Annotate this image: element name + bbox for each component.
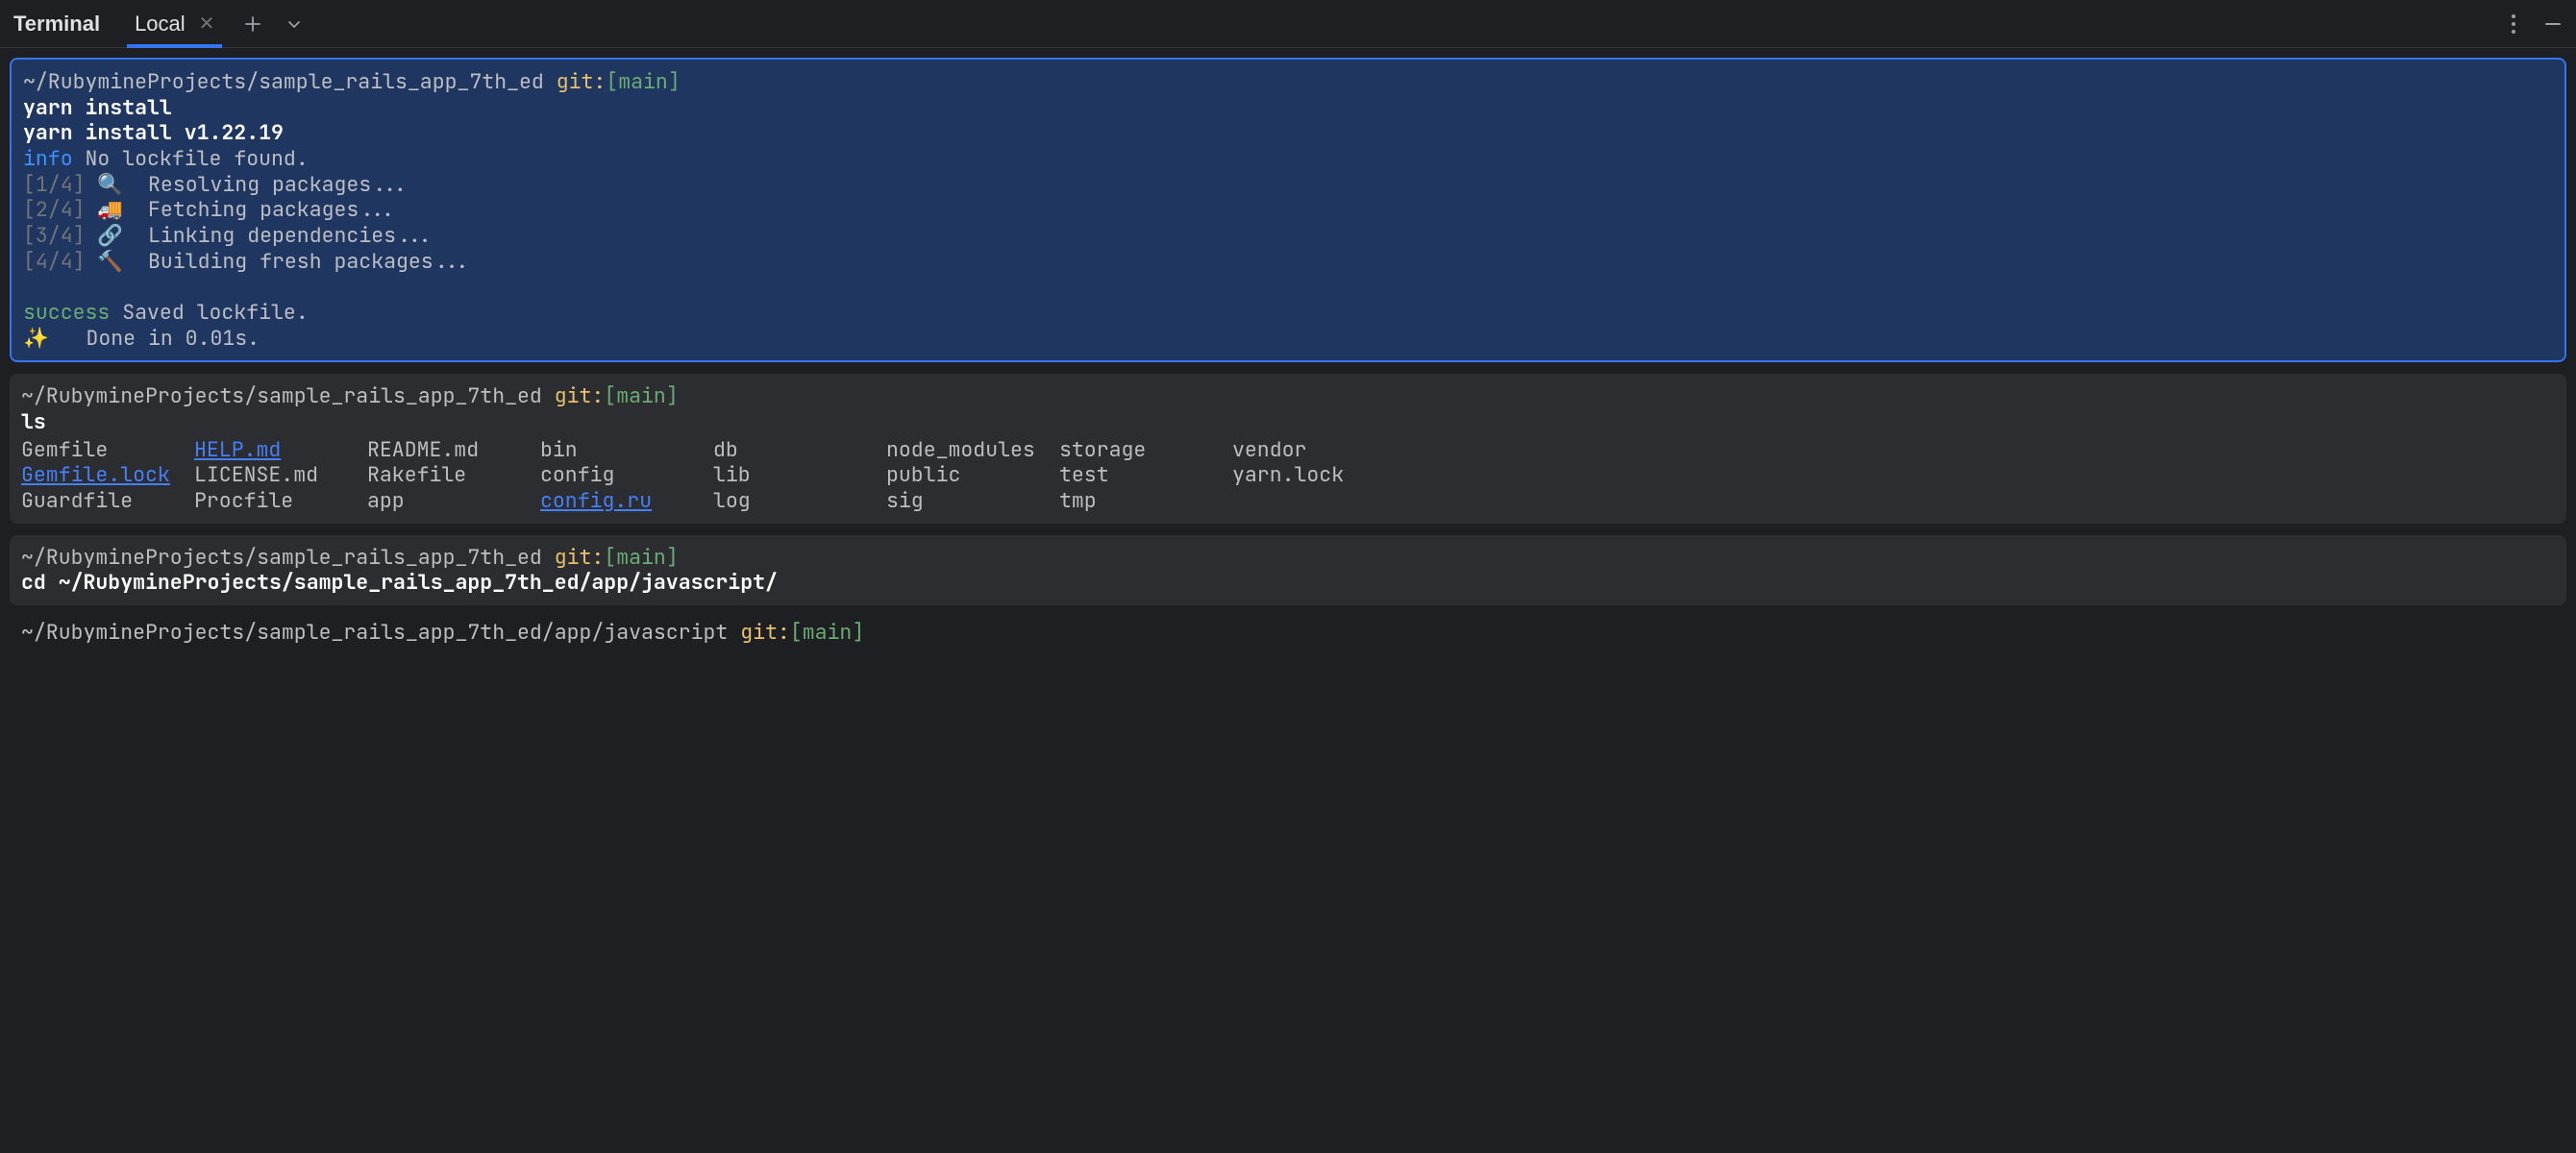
ls-item: test: [1059, 462, 1232, 488]
ls-output: GemfileHELP.mdREADME.mdbindbnode_modules…: [21, 437, 2555, 514]
ls-item: HELP.md: [194, 437, 367, 463]
terminal-output[interactable]: ~/RubymineProjects/sample_rails_app_7th_…: [0, 48, 2576, 655]
prompt: ~/RubymineProjects/sample_rails_app_7th_…: [21, 619, 2555, 646]
ls-item: Procfile: [194, 488, 367, 514]
command-text: yarn install: [23, 94, 172, 121]
output-line: [23, 274, 2553, 300]
ls-item: log: [713, 488, 886, 514]
ls-item: lib: [713, 462, 886, 488]
ls-item: public: [886, 462, 1059, 488]
ls-item: vendor: [1232, 437, 1405, 463]
output-line: success Saved lockfile.: [23, 300, 2553, 326]
tab-dropdown-button[interactable]: [285, 14, 303, 34]
tab-actions: [243, 14, 303, 34]
command-block-cd[interactable]: ~/RubymineProjects/sample_rails_app_7th_…: [10, 535, 2566, 605]
output-line: ✨ Done in 0.01s.: [23, 326, 2553, 352]
close-icon[interactable]: ✕: [199, 12, 215, 36]
ls-item: db: [713, 437, 886, 463]
ls-item: sig: [886, 488, 1059, 514]
kebab-icon: [2511, 13, 2516, 35]
output-line: [1/4] 🔍 Resolving packages...: [23, 172, 2553, 198]
tab-local[interactable]: Local ✕: [127, 0, 222, 47]
ls-item: [1232, 488, 1405, 514]
current-prompt[interactable]: ~/RubymineProjects/sample_rails_app_7th_…: [10, 617, 2566, 646]
output-line: [2/4] 🚚 Fetching packages...: [23, 197, 2553, 223]
tab-label: Local: [135, 12, 186, 37]
add-tab-button[interactable]: [243, 14, 262, 34]
command-block-yarn-install[interactable]: ~/RubymineProjects/sample_rails_app_7th_…: [10, 58, 2566, 362]
tool-window-title: Terminal: [13, 12, 100, 37]
chevron-down-icon: [285, 15, 303, 33]
output-line: info No lockfile found.: [23, 146, 2553, 172]
plus-icon: [243, 14, 262, 34]
ls-item: Gemfile: [21, 437, 194, 463]
ls-item: config: [540, 462, 713, 488]
hide-button[interactable]: [2543, 14, 2563, 34]
output-line: [3/4] 🔗 Linking dependencies...: [23, 223, 2553, 249]
ls-item: storage: [1059, 437, 1232, 463]
ls-item: README.md: [367, 437, 540, 463]
output-line: yarn install v1.22.19: [23, 119, 284, 146]
ls-item: Rakefile: [367, 462, 540, 488]
output-line: [4/4] 🔨 Building fresh packages...: [23, 249, 2553, 275]
ls-item: bin: [540, 437, 713, 463]
ls-item: node_modules: [886, 437, 1059, 463]
ls-item: config.ru: [540, 488, 713, 514]
prompt: ~/RubymineProjects/sample_rails_app_7th_…: [21, 545, 2555, 571]
ls-item: tmp: [1059, 488, 1232, 514]
ls-item: app: [367, 488, 540, 514]
minimize-icon: [2543, 14, 2563, 34]
ls-item: yarn.lock: [1232, 462, 1405, 488]
command-text: ls: [21, 408, 46, 435]
command-block-ls[interactable]: ~/RubymineProjects/sample_rails_app_7th_…: [10, 374, 2566, 523]
tool-window-actions: [2511, 13, 2563, 35]
options-button[interactable]: [2511, 13, 2516, 35]
ls-item: Gemfile.lock: [21, 462, 194, 488]
prompt: ~/RubymineProjects/sample_rails_app_7th_…: [21, 383, 2555, 409]
terminal-tab-bar: Terminal Local ✕: [0, 0, 2576, 48]
command-text: cd ~/RubymineProjects/sample_rails_app_7…: [21, 569, 778, 596]
ls-item: LICENSE.md: [194, 462, 367, 488]
prompt: ~/RubymineProjects/sample_rails_app_7th_…: [23, 69, 2553, 95]
ls-item: Guardfile: [21, 488, 194, 514]
